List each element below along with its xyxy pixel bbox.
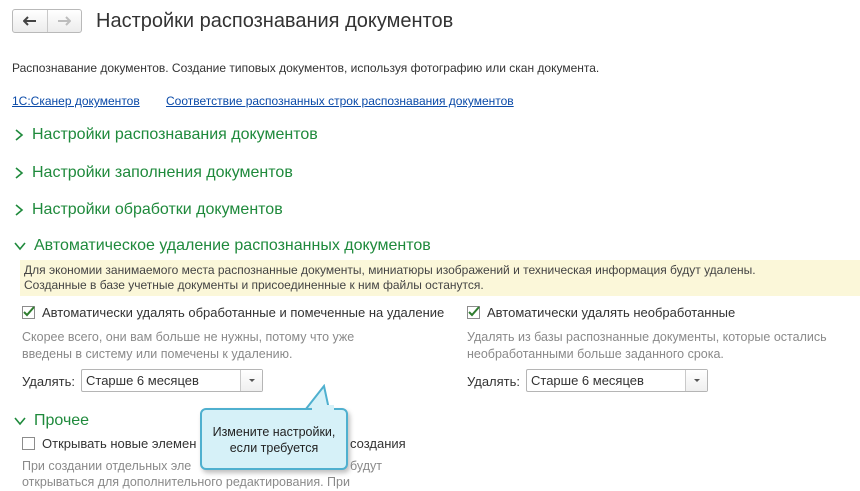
tooltip-line: если требуется	[229, 441, 319, 455]
tooltip-pointer-join	[312, 405, 334, 411]
delete-period-select[interactable]: Старше 6 месяцев	[81, 369, 263, 392]
open-new-elements-hint: При создании отдельных эле	[22, 459, 192, 473]
dropdown-arrow-icon	[693, 379, 700, 382]
delete-period-label: Удалять:	[467, 374, 521, 389]
section-title: Автоматическое удаление распознанных док…	[34, 237, 431, 254]
info-line: Созданные в базе учетные документы и при…	[24, 278, 484, 292]
open-new-elements-hint-tail: будут	[350, 459, 382, 473]
tooltip-line: Измените настройки,	[212, 425, 336, 439]
forward-button[interactable]	[46, 10, 82, 32]
chevron-right-icon	[15, 204, 24, 216]
checkmark-icon	[468, 306, 480, 317]
delete-unprocessed-checkbox[interactable]	[467, 306, 480, 319]
delete-unprocessed-period-select[interactable]: Старше 6 месяцев	[526, 369, 708, 392]
page-description: Распознавание документов. Создание типов…	[12, 61, 600, 75]
open-new-elements-hint-line2: открываться для дополнительного редактир…	[22, 475, 350, 489]
section-title: Настройки обработки документов	[32, 201, 283, 218]
matching-link[interactable]: Соответствие распознанных строк распозна…	[166, 94, 514, 108]
section-processing-settings[interactable]: Настройки обработки документов	[14, 201, 283, 219]
dropdown-button[interactable]	[685, 370, 707, 391]
back-button[interactable]	[13, 10, 47, 32]
section-title: Настройки распознавания документов	[32, 126, 318, 143]
chevron-right-icon	[15, 129, 24, 141]
section-title: Прочее	[34, 412, 90, 429]
dropdown-arrow-icon	[248, 379, 255, 382]
delete-period-label: Удалять:	[22, 374, 76, 389]
section-other[interactable]: Прочее	[14, 412, 89, 430]
arrow-left-icon	[22, 16, 36, 26]
section-auto-delete[interactable]: Автоматическое удаление распознанных док…	[14, 237, 431, 255]
dropdown-button[interactable]	[240, 370, 262, 391]
nav-buttons	[12, 9, 82, 33]
section-recognition-settings[interactable]: Настройки распознавания документов	[14, 126, 318, 144]
open-new-elements-checkbox[interactable]	[22, 437, 35, 450]
checkmark-icon	[23, 306, 35, 317]
hint-line: необработанными больше заданного срока.	[467, 347, 724, 361]
hint-line: введены в систему или помечены к удалени…	[22, 347, 293, 361]
arrow-right-icon	[58, 16, 72, 26]
select-value: Старше 6 месяцев	[531, 373, 644, 388]
chevron-right-icon	[15, 167, 24, 179]
open-new-elements-label[interactable]: Открывать новые элемен	[42, 436, 196, 451]
page-title: Настройки распознавания документов	[96, 10, 454, 32]
section-filling-settings[interactable]: Настройки заполнения документов	[14, 164, 293, 182]
scanner-link[interactable]: 1С:Сканер документов	[12, 94, 140, 108]
delete-processed-hint: Скорее всего, они вам больше не нужны, п…	[22, 329, 354, 363]
chevron-down-icon	[14, 417, 26, 426]
delete-unprocessed-label[interactable]: Автоматически удалять необработанные	[487, 305, 735, 320]
tooltip: Измените настройки, если требуется	[200, 408, 348, 470]
select-value: Старше 6 месяцев	[86, 373, 199, 388]
section-title: Настройки заполнения документов	[32, 164, 293, 181]
hint-line: Скорее всего, они вам больше не нужны, п…	[22, 330, 355, 344]
delete-processed-checkbox[interactable]	[22, 306, 35, 319]
open-new-elements-label-tail: создания	[350, 436, 406, 451]
info-line: Для экономии занимаемого места распознан…	[24, 263, 756, 277]
chevron-down-icon	[14, 242, 26, 251]
delete-unprocessed-hint: Удалять из базы распознанные документы, …	[467, 329, 827, 363]
info-bar: Для экономии занимаемого места распознан…	[20, 260, 860, 296]
hint-line: Удалять из базы распознанные документы, …	[467, 330, 827, 344]
delete-processed-label[interactable]: Автоматически удалять обработанные и пом…	[42, 305, 444, 320]
